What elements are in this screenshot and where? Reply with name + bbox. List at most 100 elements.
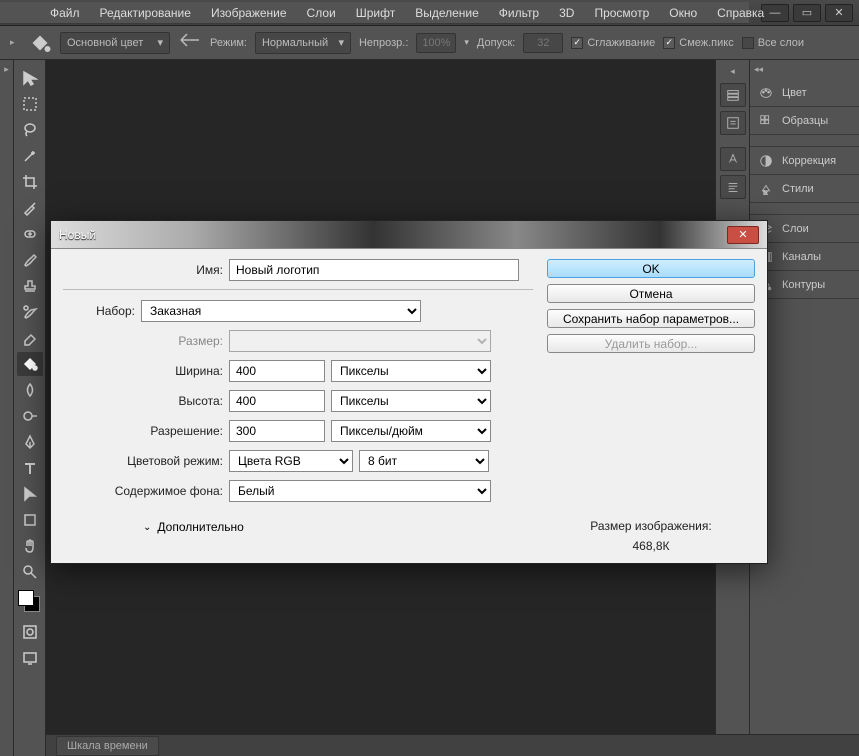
advanced-label: Дополнительно [157,520,243,534]
imagesize-value: 468,8К [547,539,755,553]
toolbox [14,60,46,756]
svg-text:fx: fx [763,190,767,196]
properties-panel-icon[interactable] [720,111,746,135]
dodge-tool[interactable] [17,404,43,428]
move-tool[interactable] [17,66,43,90]
bucket-tool-icon[interactable] [28,31,52,55]
menu-image[interactable]: Изображение [201,3,297,23]
cancel-button[interactable]: Отмена [547,284,755,303]
dialog-close-button[interactable]: ✕ [727,226,759,244]
chevron-down-icon[interactable]: ▾ [464,37,469,48]
shape-tool[interactable] [17,508,43,532]
colormode-select[interactable]: Цвета RGB [229,450,353,472]
screenmode-tool[interactable] [17,646,43,670]
marquee-tool[interactable] [17,92,43,116]
opacity-input[interactable] [416,33,456,53]
width-input[interactable] [229,360,325,382]
menu-layers[interactable]: Слои [297,3,346,23]
zoom-tool[interactable] [17,560,43,584]
height-unit-select[interactable]: Пикселы [331,390,491,412]
styles-panel-tab[interactable]: fx Стили [750,175,859,203]
adjustments-panel-tab[interactable]: Коррекция [750,147,859,175]
palette-icon [758,85,774,101]
foreground-color-label: Основной цвет [67,37,143,49]
color-panel-tab[interactable]: Цвет [750,79,859,107]
menu-bar: Файл Редактирование Изображение Слои Шри… [0,2,749,24]
tolerance-label: Допуск: [477,37,515,49]
ok-button[interactable]: OK [547,259,755,278]
delete-preset-button[interactable]: Удалить набор... [547,334,755,353]
status-bar: Шкала времени [46,734,859,756]
timeline-tab[interactable]: Шкала времени [56,736,159,756]
panel-expand-icon[interactable]: ◂◂ [750,60,859,79]
color-swatches[interactable] [18,590,42,614]
swatches-panel-tab[interactable]: Образцы [750,107,859,135]
healing-brush-tool[interactable] [17,222,43,246]
name-input[interactable] [229,259,519,281]
menu-3d[interactable]: 3D [549,3,584,23]
preset-select[interactable]: Заказная [141,300,421,322]
imagesize-label: Размер изображения: [547,519,755,533]
menu-type[interactable]: Шрифт [346,3,405,23]
height-input[interactable] [229,390,325,412]
menu-file[interactable]: Файл [40,3,90,23]
opacity-label: Непрозр.: [359,37,408,49]
swatches-panel-label: Образцы [782,115,828,127]
type-tool[interactable] [17,456,43,480]
width-unit-select[interactable]: Пикселы [331,360,491,382]
size-select[interactable] [229,330,491,352]
chevron-down-icon: ▾ [157,36,163,49]
character-panel-icon[interactable] [720,147,746,171]
dialog-titlebar[interactable]: Новый ✕ [51,221,767,249]
contiguous-checkbox[interactable]: ✓Смеж.пикс [663,37,733,49]
brush-tool[interactable] [17,248,43,272]
close-button[interactable]: ✕ [825,4,853,22]
adjustments-panel-label: Коррекция [782,155,836,167]
eyedropper-tool[interactable] [17,196,43,220]
colormode-label: Цветовой режим: [63,454,223,468]
tolerance-input[interactable] [523,33,563,53]
menu-window[interactable]: Окно [659,3,707,23]
menu-help[interactable]: Справка [707,3,774,23]
history-panel-icon[interactable] [720,83,746,107]
blend-mode-select[interactable]: Нормальный▾ [255,32,351,54]
width-label: Ширина: [63,364,223,378]
quickmask-tool[interactable] [17,620,43,644]
styles-panel-label: Стили [782,183,814,195]
save-preset-button[interactable]: Сохранить набор параметров... [547,309,755,328]
pen-tool[interactable] [17,430,43,454]
chevron-down-icon: ⌄ [143,522,151,533]
resolution-input[interactable] [229,420,325,442]
bitdepth-select[interactable]: 8 бит [359,450,489,472]
eraser-tool[interactable] [17,326,43,350]
menu-edit[interactable]: Редактирование [90,3,201,23]
foreground-color-select[interactable]: Основной цвет ▾ [60,32,170,54]
bucket-tool[interactable] [17,352,43,376]
paragraph-panel-icon[interactable] [720,175,746,199]
advanced-toggle[interactable]: ⌄ Дополнительно [143,520,533,534]
new-document-dialog: Новый ✕ Имя: Набор: Заказная Размер: [50,220,768,564]
hand-tool[interactable] [17,534,43,558]
menu-select[interactable]: Выделение [405,3,489,23]
blur-tool[interactable] [17,378,43,402]
maximize-button[interactable]: ▭ [793,4,821,22]
background-label: Содержимое фона: [63,484,223,498]
resolution-unit-select[interactable]: Пикселы/дюйм [331,420,491,442]
all-layers-checkbox[interactable]: Все слои [742,37,804,49]
options-expand-icon[interactable]: ▸ [10,37,20,48]
foreground-swatch[interactable] [18,590,34,606]
channels-panel-label: Каналы [782,251,821,263]
menu-filter[interactable]: Фильтр [489,3,549,23]
toolbox-expand-icon[interactable]: ▸ [0,60,13,75]
menu-view[interactable]: Просмотр [584,3,659,23]
panel-collapse-icon[interactable]: ◂ [730,66,735,83]
crop-tool[interactable] [17,170,43,194]
background-select[interactable]: Белый [229,480,491,502]
history-brush-tool[interactable] [17,300,43,324]
lasso-tool[interactable] [17,118,43,142]
magic-wand-tool[interactable] [17,144,43,168]
color-swap-icon[interactable] [178,31,202,55]
antialias-checkbox[interactable]: ✓Сглаживание [571,37,655,49]
path-selection-tool[interactable] [17,482,43,506]
stamp-tool[interactable] [17,274,43,298]
